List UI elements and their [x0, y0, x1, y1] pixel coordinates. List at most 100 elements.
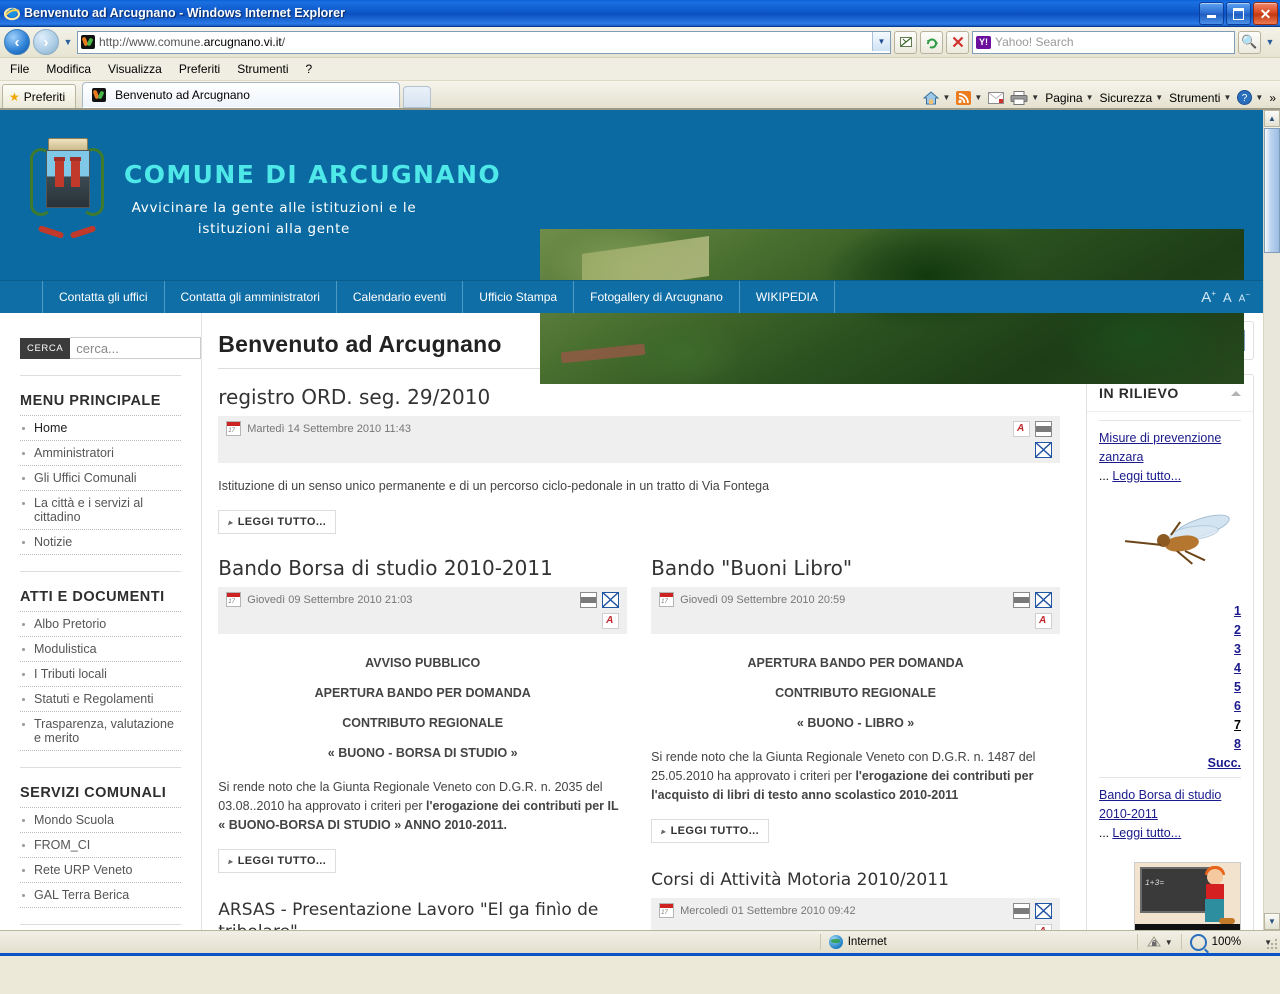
- new-tab-button[interactable]: [403, 86, 432, 108]
- command-overflow-icon[interactable]: »: [1269, 91, 1276, 105]
- print-icon[interactable]: [1013, 592, 1031, 608]
- email-icon[interactable]: [1035, 442, 1052, 458]
- sidebar-link-statuti-regolamenti[interactable]: Statuti e Regolamenti: [34, 692, 154, 706]
- font-increase-button[interactable]: A+: [1201, 289, 1216, 306]
- sidebar-item-albo-pretorio[interactable]: Albo Pretorio: [20, 611, 182, 637]
- scrollbar-track[interactable]: [1264, 253, 1280, 913]
- email-icon[interactable]: [1035, 903, 1053, 919]
- promo-read-more[interactable]: Leggi tutto...: [1112, 826, 1181, 840]
- search-submit-button[interactable]: CERCA: [20, 337, 71, 359]
- sidebar-item-from-ci[interactable]: FROM_CI: [20, 833, 182, 858]
- back-button[interactable]: ‹: [4, 29, 30, 55]
- command-pagina[interactable]: Pagina ▼: [1045, 91, 1093, 105]
- protected-mode-indicator[interactable]: ▼: [1138, 931, 1181, 953]
- sidebar-link-tributi-locali[interactable]: I Tributi locali: [34, 667, 107, 681]
- pager-page-1[interactable]: 1: [1104, 602, 1241, 621]
- collapse-up-icon[interactable]: [1231, 390, 1241, 396]
- sidebar-link-amministratori[interactable]: Amministratori: [34, 446, 114, 460]
- refresh-icon[interactable]: [920, 30, 943, 54]
- sidebar-item-notizie[interactable]: Notizie: [20, 530, 182, 555]
- print-icon[interactable]: ▼: [1010, 90, 1039, 105]
- forward-button[interactable]: ›: [33, 29, 59, 55]
- promo-link[interactable]: Bando Borsa di studio 2010-2011: [1099, 786, 1241, 824]
- sidebar-item-trasparenza[interactable]: Trasparenza, valutazione e merito: [20, 712, 182, 751]
- sidebar-link-gal-terra-berica[interactable]: GAL Terra Berica: [34, 888, 129, 902]
- sidebar-link-trasparenza[interactable]: Trasparenza, valutazione e merito: [34, 717, 174, 745]
- sidebar-link-home[interactable]: Home: [34, 421, 67, 435]
- browser-tab[interactable]: Benvenuto ad Arcugnano: [82, 82, 401, 108]
- read-more-button[interactable]: ▸ LEGGI TUTTO...: [218, 510, 337, 534]
- promo-link[interactable]: Misure di prevenzione zanzara: [1099, 429, 1241, 467]
- sidebar-item-amministratori[interactable]: Amministratori: [20, 441, 182, 466]
- command-sicurezza[interactable]: Sicurezza ▼: [1100, 91, 1164, 105]
- font-decrease-button[interactable]: A−: [1239, 290, 1250, 304]
- sidebar-link-modulistica[interactable]: Modulistica: [34, 642, 97, 656]
- pdf-icon[interactable]: [1013, 421, 1030, 437]
- address-history-arrow[interactable]: ▼: [872, 31, 890, 51]
- sidebar-item-mondo-scuola[interactable]: Mondo Scuola: [20, 807, 182, 833]
- email-icon[interactable]: [602, 592, 620, 608]
- home-icon[interactable]: ▼: [923, 90, 950, 105]
- close-button[interactable]: ✕: [1253, 2, 1278, 25]
- feeds-icon[interactable]: ▼: [956, 90, 982, 105]
- article-title[interactable]: Bando Borsa di studio 2010-2011: [218, 556, 627, 580]
- favorites-button[interactable]: ★ Preferiti: [2, 84, 77, 108]
- menu-strumenti[interactable]: Strumenti: [237, 62, 288, 76]
- pager-page-4[interactable]: 4: [1104, 659, 1241, 678]
- promo-read-more[interactable]: Leggi tutto...: [1112, 469, 1181, 483]
- menu-help[interactable]: ?: [306, 62, 313, 76]
- topnav-fotogallery[interactable]: Fotogallery di Arcugnano: [574, 281, 740, 313]
- scrollbar-thumb[interactable]: [1264, 128, 1280, 253]
- sidebar-item-home[interactable]: Home: [20, 415, 182, 441]
- sidebar-link-from-ci[interactable]: FROM_CI: [34, 838, 90, 852]
- topnav-contatta-uffici[interactable]: Contatta gli uffici: [43, 281, 165, 313]
- resize-grip[interactable]: [1266, 939, 1278, 951]
- search-go-icon[interactable]: 🔍: [1238, 30, 1261, 54]
- print-icon[interactable]: [580, 592, 598, 608]
- sidebar-link-rete-urp-veneto[interactable]: Rete URP Veneto: [34, 863, 132, 877]
- address-bar[interactable]: http://www.comune.arcugnano.vi.it/ ▼: [77, 30, 891, 54]
- search-provider-dropdown-icon[interactable]: ▼: [1264, 37, 1276, 47]
- topnav-contatta-amministratori[interactable]: Contatta gli amministratori: [165, 281, 337, 313]
- sidebar-link-uffici-comunali[interactable]: Gli Uffici Comunali: [34, 471, 137, 485]
- print-icon[interactable]: [1013, 903, 1031, 919]
- pager-page-7[interactable]: 7: [1104, 716, 1241, 735]
- menu-modifica[interactable]: Modifica: [46, 62, 91, 76]
- scroll-up-button[interactable]: ▲: [1264, 110, 1280, 127]
- sidebar-item-uffici-comunali[interactable]: Gli Uffici Comunali: [20, 466, 182, 491]
- sidebar-item-gal-terra-berica[interactable]: GAL Terra Berica: [20, 883, 182, 908]
- compatibility-view-icon[interactable]: [894, 30, 917, 54]
- pdf-icon[interactable]: [602, 613, 620, 629]
- pager-page-6[interactable]: 6: [1104, 697, 1241, 716]
- search-box[interactable]: Y! Yahoo! Search: [972, 30, 1235, 54]
- topnav-calendario-eventi[interactable]: Calendario eventi: [337, 281, 464, 313]
- menu-visualizza[interactable]: Visualizza: [108, 62, 162, 76]
- email-icon[interactable]: [1035, 592, 1053, 608]
- article-title[interactable]: ARSAS - Presentazione Lavoro "El ga finì…: [218, 899, 627, 930]
- sidebar-item-statuti-regolamenti[interactable]: Statuti e Regolamenti: [20, 687, 182, 712]
- pdf-icon[interactable]: [1035, 613, 1053, 629]
- pager-page-5[interactable]: 5: [1104, 678, 1241, 697]
- print-icon[interactable]: [1035, 421, 1052, 437]
- sidebar-item-modulistica[interactable]: Modulistica: [20, 637, 182, 662]
- minimize-button[interactable]: [1199, 2, 1224, 25]
- menu-preferiti[interactable]: Preferiti: [179, 62, 220, 76]
- topnav-ufficio-stampa[interactable]: Ufficio Stampa: [463, 281, 575, 313]
- pager-page-3[interactable]: 3: [1104, 640, 1241, 659]
- command-strumenti[interactable]: Strumenti ▼: [1169, 91, 1231, 105]
- scroll-down-button[interactable]: ▼: [1264, 913, 1280, 930]
- article-title[interactable]: Bando "Buoni Libro": [651, 556, 1060, 580]
- topnav-wikipedia[interactable]: WIKIPEDIA: [740, 281, 835, 313]
- security-zone[interactable]: Internet: [821, 931, 1137, 953]
- sidebar-link-mondo-scuola[interactable]: Mondo Scuola: [34, 813, 114, 827]
- pager-page-8[interactable]: 8: [1104, 735, 1241, 754]
- sidebar-item-tributi-locali[interactable]: I Tributi locali: [20, 662, 182, 687]
- sidebar-item-rete-urp-veneto[interactable]: Rete URP Veneto: [20, 858, 182, 883]
- menu-file[interactable]: File: [10, 62, 29, 76]
- pager-next[interactable]: Succ.: [1104, 754, 1241, 773]
- maximize-button[interactable]: [1226, 2, 1251, 25]
- mail-icon[interactable]: [988, 91, 1005, 104]
- article-title[interactable]: registro ORD. seg. 29/2010: [218, 385, 1060, 409]
- page-scrollbar[interactable]: ▲ ▼: [1263, 110, 1280, 930]
- pager-page-2[interactable]: 2: [1104, 621, 1241, 640]
